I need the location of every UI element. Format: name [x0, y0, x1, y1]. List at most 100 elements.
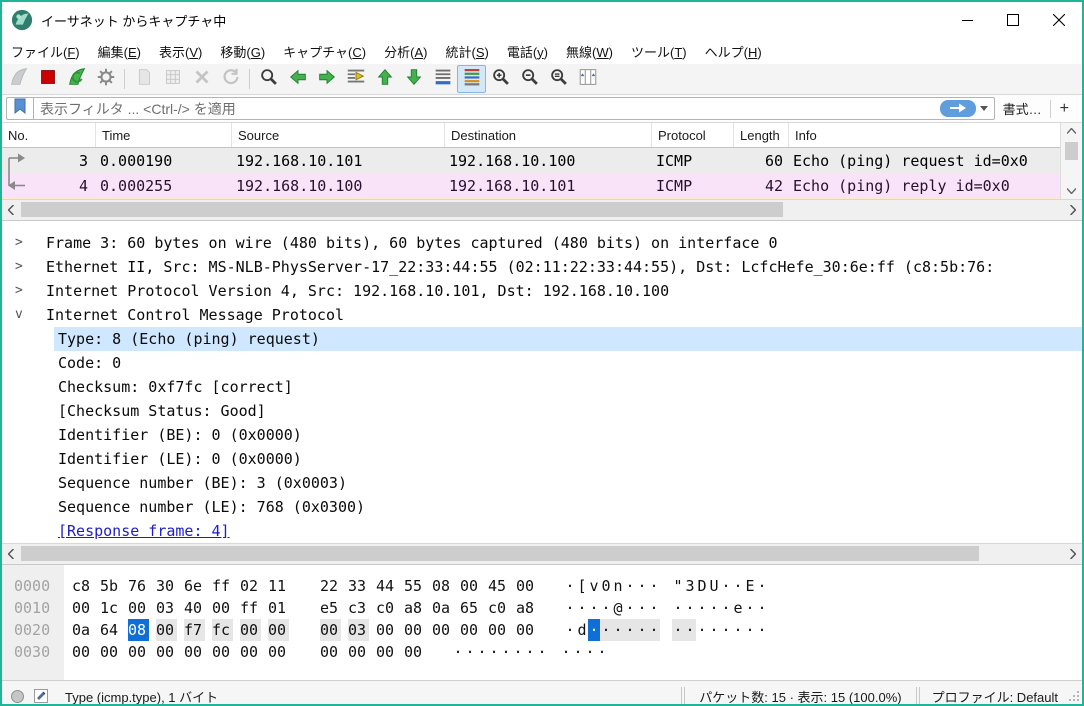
hex-byte[interactable]: 44 [376, 575, 397, 597]
menu-item-analyze[interactable]: 分析(A) [375, 39, 436, 64]
scroll-right-arrow[interactable] [1064, 549, 1082, 559]
profile-label[interactable]: プロファイル: Default [922, 687, 1068, 706]
hex-byte[interactable]: 00 [268, 619, 289, 641]
apply-filter-button[interactable] [940, 100, 976, 117]
packet-list-horizontal-scrollbar[interactable] [2, 199, 1082, 221]
hex-byte[interactable]: 1c [100, 597, 121, 619]
ascii-char[interactable]: · [744, 597, 756, 619]
detail-field[interactable]: [Checksum Status: Good] [54, 399, 270, 423]
ascii-char[interactable]: · [600, 619, 612, 641]
ascii-char[interactable]: · [708, 597, 720, 619]
column-header-destination[interactable]: Destination [445, 123, 652, 147]
hex-byte[interactable]: 00 [516, 575, 537, 597]
hex-byte[interactable]: 00 [128, 597, 149, 619]
hex-byte[interactable]: 00 [72, 597, 93, 619]
ascii-char[interactable]: · [672, 597, 684, 619]
menu-item-statistics[interactable]: 統計(S) [436, 39, 497, 64]
ascii-char[interactable]: · [756, 597, 768, 619]
detail-field[interactable]: Identifier (LE): 0 (0x0000) [54, 447, 306, 471]
column-header-info[interactable]: Info [789, 123, 1082, 147]
close-button[interactable] [1036, 2, 1082, 38]
hex-byte[interactable]: 03 [348, 619, 369, 641]
ascii-char[interactable]: · [600, 597, 612, 619]
ascii-char[interactable]: · [708, 619, 720, 641]
menu-item-wireless[interactable]: 無線(W) [557, 39, 622, 64]
ascii-char[interactable]: · [720, 619, 732, 641]
add-filter-button[interactable]: + [1051, 100, 1078, 118]
hex-byte[interactable]: 6e [184, 575, 205, 597]
ascii-char[interactable]: · [720, 597, 732, 619]
filter-format-button[interactable]: 書式… [995, 99, 1050, 118]
hex-byte[interactable]: 00 [348, 641, 369, 663]
detail-field[interactable]: Internet Protocol Version 4, Src: 192.16… [42, 279, 673, 303]
ascii-char[interactable]: D [696, 575, 708, 597]
collapse-arrow-icon[interactable]: v [2, 303, 42, 327]
hex-byte[interactable]: 64 [100, 619, 121, 641]
ascii-char[interactable]: · [732, 619, 744, 641]
hex-byte[interactable]: 00 [404, 619, 425, 641]
column-header-time[interactable]: Time [96, 123, 232, 147]
maximize-button[interactable] [990, 2, 1036, 38]
hex-byte[interactable]: 11 [268, 575, 289, 597]
hex-byte[interactable]: 08 [432, 575, 453, 597]
detail-field[interactable]: Checksum: 0xf7fc [correct] [54, 375, 297, 399]
menu-item-view[interactable]: 表示(V) [150, 39, 211, 64]
column-header-no[interactable]: No. [2, 123, 96, 147]
last-packet-button[interactable] [399, 65, 428, 93]
hex-byte[interactable]: 00 [184, 641, 205, 663]
ascii-char[interactable]: · [756, 619, 768, 641]
next-packet-button[interactable] [312, 65, 341, 93]
packet-row-3[interactable]: 30.000190192.168.10.101192.168.10.100ICM… [2, 148, 1082, 173]
hex-byte[interactable]: c0 [376, 597, 397, 619]
expert-info-icon[interactable] [10, 689, 25, 704]
hex-byte[interactable]: 00 [320, 641, 341, 663]
zoom-out-button[interactable] [515, 65, 544, 93]
menu-item-help[interactable]: ヘルプ(H) [696, 39, 771, 64]
hex-byte[interactable]: 00 [156, 641, 177, 663]
hex-byte[interactable]: 65 [460, 597, 481, 619]
hex-byte[interactable]: 00 [100, 641, 121, 663]
ascii-char[interactable]: · [732, 575, 744, 597]
ascii-char[interactable]: e [732, 597, 744, 619]
ascii-char[interactable]: · [636, 619, 648, 641]
hex-byte[interactable]: 00 [432, 619, 453, 641]
goto-packet-button[interactable] [341, 65, 370, 93]
ascii-char[interactable]: 3 [684, 575, 696, 597]
detail-horizontal-scrollbar[interactable] [2, 543, 1082, 565]
ascii-char[interactable]: [ [576, 575, 588, 597]
ascii-char[interactable]: · [536, 641, 548, 663]
auto-scroll-button[interactable] [428, 65, 457, 93]
detail-field[interactable]: Sequence number (LE): 768 (0x0300) [54, 495, 369, 519]
hex-byte[interactable]: a8 [516, 597, 537, 619]
hex-byte[interactable]: 5b [100, 575, 121, 597]
column-header-source[interactable]: Source [232, 123, 445, 147]
ascii-char[interactable]: · [672, 619, 684, 641]
detail-field[interactable]: Ethernet II, Src: MS-NLB-PhysServer-17_2… [42, 255, 998, 279]
restart-capture-button[interactable] [62, 65, 91, 93]
ascii-char[interactable]: · [696, 597, 708, 619]
ascii-char[interactable]: · [564, 619, 576, 641]
capture-options-button[interactable] [91, 65, 120, 93]
display-filter-input[interactable] [34, 100, 940, 117]
column-header-length[interactable]: Length [734, 123, 789, 147]
stop-capture-button[interactable] [33, 65, 62, 93]
menu-item-tools[interactable]: ツール(T) [622, 39, 696, 64]
hex-byte[interactable]: 00 [212, 641, 233, 663]
ascii-char[interactable]: · [584, 641, 596, 663]
zoom-reset-button[interactable] [544, 65, 573, 93]
ascii-char[interactable]: · [588, 619, 600, 641]
capture-comment-icon[interactable] [33, 688, 49, 704]
expand-arrow-icon[interactable]: > [2, 231, 42, 255]
hex-byte[interactable]: 00 [240, 619, 261, 641]
detail-field-selected[interactable]: Type: 8 (Echo (ping) request) [54, 327, 1082, 351]
ascii-char[interactable]: · [560, 641, 572, 663]
prev-packet-button[interactable] [283, 65, 312, 93]
hex-byte[interactable]: 00 [376, 641, 397, 663]
ascii-char[interactable]: · [576, 597, 588, 619]
hex-byte[interactable]: e5 [320, 597, 341, 619]
ascii-char[interactable]: · [744, 619, 756, 641]
colorize-button[interactable] [457, 65, 486, 93]
hex-byte[interactable]: 0a [72, 619, 93, 641]
ascii-char[interactable]: U [708, 575, 720, 597]
hex-byte[interactable]: 02 [240, 575, 261, 597]
